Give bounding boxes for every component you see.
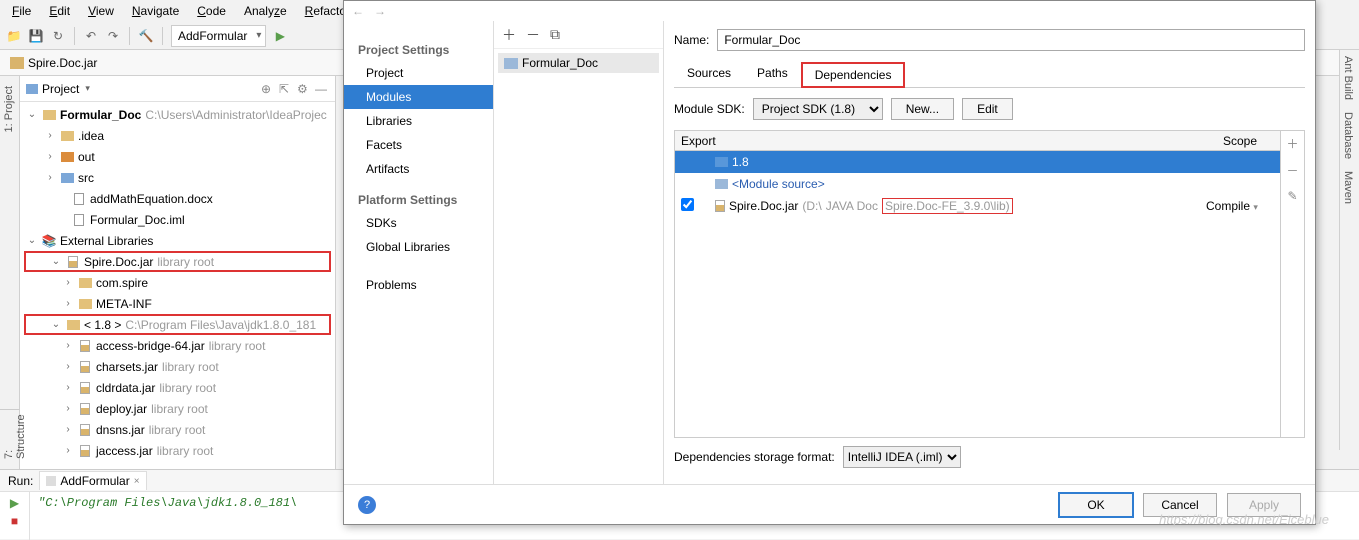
tab-maven[interactable]: Maven [1340, 165, 1356, 210]
project-tool-window: Project ⊕ ⇱ ⚙ — ⌄Formular_DocC:\Users\Ad… [20, 76, 336, 469]
open-icon[interactable]: 📁 [6, 28, 22, 44]
tree-metainf[interactable]: META-INF [96, 297, 152, 311]
help-icon[interactable]: ? [358, 496, 376, 514]
redo-icon[interactable]: ↷ [105, 28, 121, 44]
tab-project-vertical[interactable]: 1: Project [3, 86, 15, 132]
dep-row-module-source[interactable]: <Module source> [675, 173, 1280, 195]
module-icon [504, 58, 518, 69]
tree-spire-jar[interactable]: Spire.Doc.jar [84, 255, 153, 269]
settings-icon[interactable]: ⚙ [297, 82, 311, 96]
watermark: https://blog.csdn.net/Eiceblue [1159, 512, 1329, 527]
run-icon[interactable]: ▶ [272, 28, 288, 44]
tree-jdk[interactable]: < 1.8 > [84, 318, 121, 332]
tree-com-spire[interactable]: com.spire [96, 276, 148, 290]
tree-jar[interactable]: jaccess.jar [96, 444, 153, 458]
save-icon[interactable]: 💾 [28, 28, 44, 44]
ok-button[interactable]: OK [1059, 493, 1133, 517]
module-detail-panel: Name: Sources Paths Dependencies Module … [664, 21, 1315, 484]
breadcrumb-text: Spire.Doc.jar [28, 56, 97, 70]
tree-external-libraries[interactable]: External Libraries [60, 234, 153, 248]
cat-project[interactable]: Project [344, 61, 493, 85]
new-sdk-button[interactable]: New... [891, 98, 954, 120]
tab-paths[interactable]: Paths [744, 61, 801, 87]
close-icon[interactable]: × [134, 476, 140, 487]
menu-analyze[interactable]: Analyze [236, 2, 295, 20]
tree-jar[interactable]: dnsns.jar [96, 423, 145, 437]
tree-jar[interactable]: deploy.jar [96, 402, 147, 416]
cat-sdks[interactable]: SDKs [344, 211, 493, 235]
sync-icon[interactable]: ↻ [50, 28, 66, 44]
tab-structure-vertical[interactable]: 7: Structure [3, 410, 27, 459]
cat-problems[interactable]: Problems [344, 273, 493, 297]
tree-jar[interactable]: charsets.jar [96, 360, 158, 374]
hide-icon[interactable]: — [315, 82, 329, 96]
tab-ant[interactable]: Ant Build [1340, 50, 1356, 106]
run-tab[interactable]: AddFormular × [39, 471, 146, 490]
menu-view[interactable]: View [80, 2, 122, 20]
dep-row-spire-jar[interactable]: Spire.Doc.jar (D:\ JAVA Doc Spire.Doc-FE… [675, 195, 1280, 217]
storage-label: Dependencies storage format: [674, 450, 835, 464]
name-label: Name: [674, 33, 709, 47]
undo-icon[interactable]: ↶ [83, 28, 99, 44]
add-icon[interactable]: ＋ [502, 25, 516, 45]
edit-dep-icon[interactable]: ✎ [1287, 189, 1297, 203]
back-icon[interactable]: ← [352, 4, 364, 18]
scope-combo[interactable]: Compile ▾ [1200, 199, 1280, 213]
tree-jar[interactable]: cldrdata.jar [96, 381, 155, 395]
edit-sdk-button[interactable]: Edit [962, 98, 1013, 120]
scroll-from-source-icon[interactable]: ⊕ [261, 82, 275, 96]
tab-database[interactable]: Database [1340, 106, 1356, 165]
module-tabs: Sources Paths Dependencies [674, 61, 1305, 88]
tree-root[interactable]: Formular_Doc [60, 108, 141, 122]
remove-icon[interactable]: － [526, 25, 540, 45]
rerun-icon[interactable]: ▶ [10, 496, 19, 510]
stop-icon[interactable]: ■ [11, 514, 18, 528]
storage-select[interactable]: IntelliJ IDEA (.iml) [843, 446, 961, 468]
cat-facets[interactable]: Facets [344, 133, 493, 157]
tree-idea[interactable]: .idea [78, 129, 104, 143]
remove-dep-icon[interactable]: － [1286, 162, 1298, 179]
export-checkbox[interactable] [681, 198, 694, 211]
right-gutter: Ant Build Database Maven [1339, 50, 1359, 450]
cat-artifacts[interactable]: Artifacts [344, 157, 493, 181]
module-name-input[interactable] [717, 29, 1305, 51]
folder-icon [10, 57, 24, 69]
module-list-panel: ＋ － ⧉ Formular_Doc [494, 21, 664, 484]
run-config-combo[interactable]: AddFormular [171, 25, 266, 47]
project-view-selector[interactable]: Project [26, 82, 90, 96]
tab-dependencies[interactable]: Dependencies [801, 62, 906, 88]
collapse-icon[interactable]: ⇱ [279, 82, 293, 96]
dep-row-sdk[interactable]: 1.8 [675, 151, 1280, 173]
settings-category-list: Project Settings Project Modules Librari… [344, 21, 494, 484]
tree-jar[interactable]: access-bridge-64.jar [96, 339, 205, 353]
col-scope: Scope [1200, 134, 1280, 148]
tab-sources[interactable]: Sources [674, 61, 744, 87]
copy-icon[interactable]: ⧉ [550, 26, 560, 43]
module-item[interactable]: Formular_Doc [498, 53, 659, 73]
menu-navigate[interactable]: Navigate [124, 2, 187, 20]
menu-code[interactable]: Code [189, 2, 234, 20]
cat-global-libs[interactable]: Global Libraries [344, 235, 493, 259]
col-export: Export [675, 134, 715, 148]
add-dep-icon[interactable]: ＋ [1286, 135, 1298, 152]
tree-iml[interactable]: Formular_Doc.iml [90, 213, 185, 227]
build-icon[interactable]: 🔨 [138, 28, 154, 44]
run-label: Run: [8, 474, 33, 488]
dependencies-table: Export Scope 1.8 <Module source> [674, 130, 1305, 438]
jar-icon [715, 200, 725, 212]
cat-modules[interactable]: Modules [344, 85, 493, 109]
menu-edit[interactable]: Edit [41, 2, 78, 20]
sdk-label: Module SDK: [674, 102, 745, 116]
sdk-select[interactable]: Project SDK (1.8) [753, 98, 883, 120]
cat-libraries[interactable]: Libraries [344, 109, 493, 133]
menu-file[interactable]: File [4, 2, 39, 20]
project-tree[interactable]: ⌄Formular_DocC:\Users\Administrator\Idea… [20, 102, 335, 469]
tree-docx[interactable]: addMathEquation.docx [90, 192, 213, 206]
tree-out[interactable]: out [78, 150, 95, 164]
project-structure-dialog: ← → Project Settings Project Modules Lib… [343, 0, 1316, 525]
forward-icon[interactable]: → [374, 4, 386, 18]
tree-src[interactable]: src [78, 171, 94, 185]
run-gutter: ▶ ■ [0, 492, 30, 540]
